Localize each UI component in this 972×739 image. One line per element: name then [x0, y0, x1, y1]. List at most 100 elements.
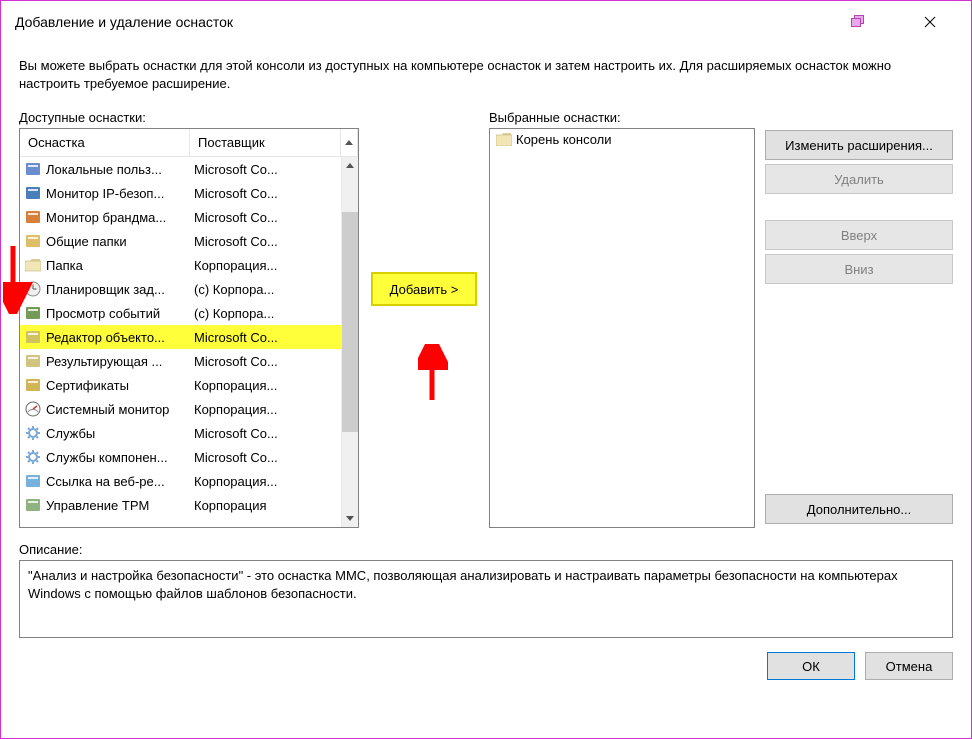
- close-icon: [924, 16, 936, 28]
- selected-label: Выбранные оснастки:: [489, 110, 755, 125]
- snapin-vendor: (с) Корпора...: [194, 306, 341, 321]
- add-button-label: Добавить >: [390, 282, 459, 297]
- snapin-vendor: Microsoft Co...: [194, 330, 341, 345]
- intro-text: Вы можете выбрать оснастки для этой конс…: [19, 57, 953, 92]
- console-root-item[interactable]: Корень консоли: [492, 131, 752, 148]
- snapin-vendor: Microsoft Co...: [194, 210, 341, 225]
- snapin-row[interactable]: Общие папкиMicrosoft Co...: [20, 229, 341, 253]
- snapin-row[interactable]: Результирующая ...Microsoft Co...: [20, 349, 341, 373]
- snapin-name: Монитор IP-безоп...: [46, 186, 194, 201]
- scroll-up-button[interactable]: [342, 157, 358, 174]
- snapin-vendor: Корпорация...: [194, 474, 341, 489]
- snapin-name: Общие папки: [46, 234, 194, 249]
- available-label: Доступные оснастки:: [19, 110, 359, 125]
- snapin-icon: [24, 376, 42, 394]
- snapin-row[interactable]: ПапкаКорпорация...: [20, 253, 341, 277]
- folder-icon: [496, 133, 512, 146]
- snapin-icon: [24, 232, 42, 250]
- snapin-row[interactable]: Управление TPMКорпорация: [20, 493, 341, 517]
- snapin-icon: [24, 280, 42, 298]
- snapin-icon: [24, 448, 42, 466]
- cancel-button[interactable]: Отмена: [865, 652, 953, 680]
- snapin-vendor: Microsoft Co...: [194, 426, 341, 441]
- edit-extensions-button[interactable]: Изменить расширения...: [765, 130, 953, 160]
- snapin-icon: [24, 352, 42, 370]
- ok-button[interactable]: ОК: [767, 652, 855, 680]
- titlebar: Добавление и удаление оснасток: [1, 1, 971, 43]
- selected-column: Выбранные оснастки: Корень консоли: [489, 110, 755, 528]
- window-stack-icon: [851, 15, 867, 29]
- add-button[interactable]: Добавить >: [371, 272, 477, 306]
- description-box: "Анализ и настройка безопасности" - это …: [19, 560, 953, 638]
- snapin-row[interactable]: Ссылка на веб-ре...Корпорация...: [20, 469, 341, 493]
- snapin-icon: [24, 208, 42, 226]
- snapin-row[interactable]: Редактор объекто...Microsoft Co...: [20, 325, 341, 349]
- snapin-name: Результирующая ...: [46, 354, 194, 369]
- snapin-name: Редактор объекто...: [46, 330, 194, 345]
- list-header: Оснастка Поставщик: [20, 129, 358, 157]
- snapin-name: Службы: [46, 426, 194, 441]
- snapin-name: Локальные польз...: [46, 162, 194, 177]
- snapin-row[interactable]: Системный мониторКорпорация...: [20, 397, 341, 421]
- snapin-vendor: Microsoft Co...: [194, 186, 341, 201]
- move-up-button[interactable]: Вверх: [765, 220, 953, 250]
- available-snapins-list[interactable]: Оснастка Поставщик Локальные польз...Mic…: [19, 128, 359, 528]
- snapin-row[interactable]: Планировщик зад...(с) Корпора...: [20, 277, 341, 301]
- snapin-name: Монитор брандма...: [46, 210, 194, 225]
- scroll-thumb[interactable]: [342, 212, 358, 432]
- snapin-vendor: Microsoft Co...: [194, 162, 341, 177]
- scroll-down-button[interactable]: [342, 510, 358, 527]
- move-down-button[interactable]: Вниз: [765, 254, 953, 284]
- snapin-vendor: Microsoft Co...: [194, 354, 341, 369]
- snapin-name: Папка: [46, 258, 194, 273]
- snapin-row[interactable]: Службы компонен...Microsoft Co...: [20, 445, 341, 469]
- snapin-name: Управление TPM: [46, 498, 194, 513]
- column-snapin[interactable]: Оснастка: [20, 129, 190, 156]
- snapin-icon: [24, 472, 42, 490]
- snapin-icon: [24, 328, 42, 346]
- vertical-scrollbar[interactable]: [341, 157, 358, 527]
- snapin-name: Службы компонен...: [46, 450, 194, 465]
- snapin-name: Планировщик зад...: [46, 282, 194, 297]
- column-vendor[interactable]: Поставщик: [190, 129, 341, 156]
- side-buttons: Изменить расширения... Удалить Вверх Вни…: [755, 110, 953, 528]
- snapin-icon: [24, 304, 42, 322]
- snapin-vendor: Корпорация...: [194, 402, 341, 417]
- description-text: "Анализ и настройка безопасности" - это …: [28, 568, 898, 601]
- available-column: Доступные оснастки: Оснастка Поставщик Л…: [19, 110, 359, 528]
- snapin-name: Ссылка на веб-ре...: [46, 474, 194, 489]
- snapin-icon: [24, 424, 42, 442]
- close-button[interactable]: [909, 7, 951, 37]
- snapin-row[interactable]: Локальные польз...Microsoft Co...: [20, 157, 341, 181]
- selected-snapins-tree[interactable]: Корень консоли: [489, 128, 755, 528]
- snapin-icon: [24, 256, 42, 274]
- snapin-row[interactable]: Монитор IP-безоп...Microsoft Co...: [20, 181, 341, 205]
- snapin-icon: [24, 400, 42, 418]
- description-label: Описание:: [19, 542, 953, 557]
- remove-button[interactable]: Удалить: [765, 164, 953, 194]
- description-section: Описание: "Анализ и настройка безопаснос…: [19, 542, 953, 638]
- snapin-icon: [24, 184, 42, 202]
- snapin-name: Системный монитор: [46, 402, 194, 417]
- snapin-row[interactable]: Просмотр событий(с) Корпора...: [20, 301, 341, 325]
- column-scroll-spacer: [341, 129, 358, 156]
- snapin-name: Сертификаты: [46, 378, 194, 393]
- snapin-row[interactable]: СлужбыMicrosoft Co...: [20, 421, 341, 445]
- window-title: Добавление и удаление оснасток: [15, 14, 233, 30]
- snapin-vendor: Корпорация: [194, 498, 341, 513]
- dialog-footer: ОК Отмена: [19, 638, 953, 680]
- snapin-vendor: Корпорация...: [194, 378, 341, 393]
- middle-column: Добавить >: [359, 110, 489, 528]
- snapin-row[interactable]: СертификатыКорпорация...: [20, 373, 341, 397]
- snapin-vendor: (с) Корпора...: [194, 282, 341, 297]
- snapin-icon: [24, 160, 42, 178]
- scroll-track[interactable]: [342, 174, 358, 510]
- dialog-body: Вы можете выбрать оснастки для этой конс…: [1, 43, 971, 738]
- snapin-vendor: Microsoft Co...: [194, 450, 341, 465]
- snapin-name: Просмотр событий: [46, 306, 194, 321]
- snapin-row[interactable]: Монитор брандма...Microsoft Co...: [20, 205, 341, 229]
- advanced-button[interactable]: Дополнительно...: [765, 494, 953, 524]
- console-root-label: Корень консоли: [516, 132, 612, 147]
- snapin-vendor: Корпорация...: [194, 258, 341, 273]
- dialog-window: Добавление и удаление оснасток Вы можете…: [0, 0, 972, 739]
